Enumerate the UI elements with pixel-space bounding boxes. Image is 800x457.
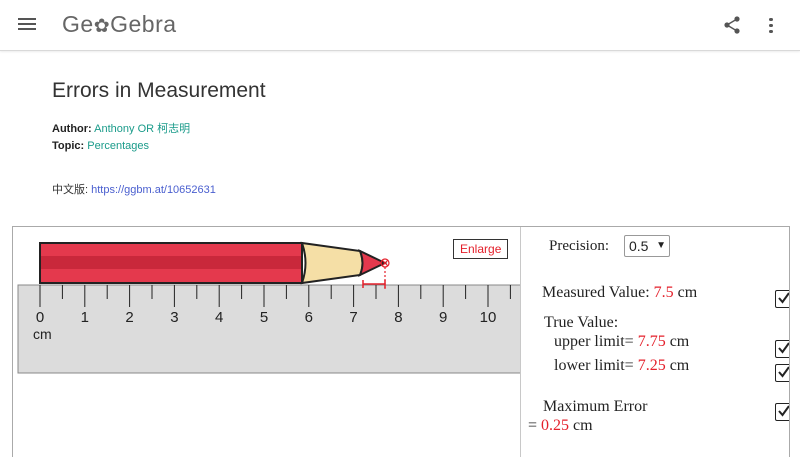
ruler-tick-label: 6 xyxy=(305,309,313,326)
precision-label: Precision: xyxy=(549,238,609,254)
max-error-value: 0.25 xyxy=(541,417,570,434)
ruler-tick-label: 4 xyxy=(215,309,223,326)
upper-value: 7.75 xyxy=(637,333,666,350)
upper-label: upper limit= xyxy=(554,333,634,350)
max-error-text: = 0.25 cm xyxy=(528,417,593,435)
pencil-wood xyxy=(300,241,364,285)
enlarge-button[interactable]: Enlarge xyxy=(453,239,509,259)
ruler-tick-label: 7 xyxy=(349,309,357,326)
measured-unit: cm xyxy=(677,284,698,301)
chinese-version-line: 中文版: https://ggbm.at/10652631 xyxy=(52,181,216,197)
precision-dropdown[interactable]: 0.5 ▼ xyxy=(624,235,670,257)
measured-value-checkbox[interactable] xyxy=(775,290,789,308)
max-error-label: Maximum Error xyxy=(543,398,648,415)
logo-text-start: Ge xyxy=(62,11,94,37)
ruler-tick-label: 0 xyxy=(36,309,44,326)
chinese-version-link[interactable]: https://ggbm.at/10652631 xyxy=(91,184,216,196)
ruler-tick-label: 3 xyxy=(170,309,178,326)
dropdown-caret-icon: ▼ xyxy=(656,240,666,251)
geogebra-logo[interactable]: Ge✿Gebra xyxy=(62,11,177,38)
lower-limit-text: lower limit= 7.25 cm xyxy=(554,357,689,375)
upper-unit: cm xyxy=(669,333,690,350)
ruler-tick-label: 10 xyxy=(480,309,497,326)
menu-icon[interactable] xyxy=(18,16,36,34)
chinese-version-label: 中文版: xyxy=(52,184,89,196)
max-error-unit: cm xyxy=(573,417,593,434)
graphics-view[interactable]: 0 1 2 3 4 5 6 7 8 9 10 cm Enlarge xyxy=(13,227,524,457)
author-label: Author: xyxy=(52,123,92,135)
pencil xyxy=(39,241,388,285)
measured-value-text: Measured Value: 7.5 cm xyxy=(542,284,697,302)
pencil-stripe xyxy=(41,256,301,269)
ruler-tick-label: 9 xyxy=(439,309,447,326)
ruler-unit-label: cm xyxy=(33,326,52,342)
true-value-label: True Value: xyxy=(544,314,619,331)
author-line: Author: Anthony OR 柯志明 xyxy=(52,120,190,136)
lower-value: 7.25 xyxy=(637,357,666,374)
topic-link[interactable]: Percentages xyxy=(87,140,149,152)
topic-line: Topic: Percentages xyxy=(52,140,149,152)
geogebra-applet: 0 1 2 3 4 5 6 7 8 9 10 cm Enlarge Precis… xyxy=(12,226,790,457)
lower-unit: cm xyxy=(669,357,690,374)
lower-label: lower limit= xyxy=(554,357,634,374)
upper-limit-checkbox[interactable] xyxy=(775,340,789,358)
ruler-tick-label: 5 xyxy=(260,309,268,326)
ruler-body xyxy=(17,284,524,374)
page-title: Errors in Measurement xyxy=(52,79,266,102)
measured-value: 7.5 xyxy=(653,284,674,301)
lower-limit-checkbox[interactable] xyxy=(775,364,789,382)
flower-icon: ✿ xyxy=(93,16,111,37)
more-vertical-icon[interactable] xyxy=(765,15,777,35)
upper-limit-text: upper limit= 7.75 cm xyxy=(554,333,689,351)
logo-text-end: Gebra xyxy=(110,11,177,37)
topic-label: Topic: xyxy=(52,140,85,152)
share-icon[interactable] xyxy=(722,15,742,35)
measured-label: Measured Value: xyxy=(542,284,650,301)
precision-value: 0.5 xyxy=(629,238,649,254)
top-bar: Ge✿Gebra xyxy=(0,0,800,51)
ruler-tick-label: 8 xyxy=(394,309,402,326)
max-error-eq: = xyxy=(528,417,538,434)
ruler-pencil-graphic: 0 1 2 3 4 5 6 7 8 9 10 cm xyxy=(17,241,524,374)
ruler-tick-label: 1 xyxy=(81,309,89,326)
max-error-checkbox[interactable] xyxy=(775,403,789,421)
ruler-tick-label: 2 xyxy=(125,309,133,326)
author-link[interactable]: Anthony OR 柯志明 xyxy=(94,123,190,135)
algebra-panel: Precision: 0.5 ▼ Measured Value: 7.5 cm … xyxy=(521,227,789,457)
